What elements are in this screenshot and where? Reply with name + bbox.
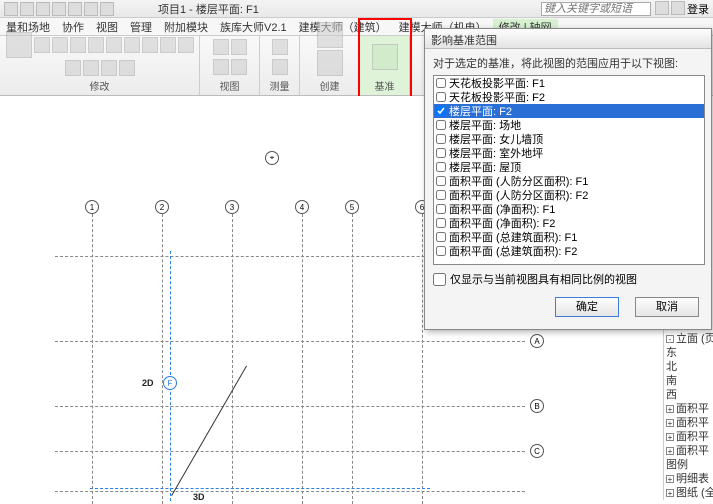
info-icon[interactable] — [655, 1, 669, 15]
checkbox[interactable] — [436, 176, 446, 186]
same-scale-checkbox[interactable]: 仅显示与当前视图具有相同比例的视图 — [433, 271, 703, 287]
panel-label: 视图 — [220, 76, 240, 93]
grid-line[interactable] — [55, 491, 525, 492]
checkbox[interactable] — [436, 92, 446, 102]
grid-bubble[interactable]: 2 — [155, 200, 169, 214]
panel-label: 创建 — [320, 76, 340, 93]
dialog-message: 对于选定的基准，将此视图的范围应用于以下视图: — [433, 55, 703, 71]
grid-bubble[interactable]: A — [530, 334, 544, 348]
tree-item[interactable]: +面积平 — [666, 402, 711, 416]
checkbox[interactable] — [436, 190, 446, 200]
checkbox[interactable] — [436, 218, 446, 228]
grid-line[interactable] — [352, 214, 353, 504]
list-item[interactable]: 天花板投影平面: F2 — [434, 90, 704, 104]
list-item[interactable]: 面积平面 (净面积): F2 — [434, 216, 704, 230]
anno-2d[interactable]: 2D — [142, 378, 154, 388]
grid-line[interactable] — [55, 451, 525, 452]
grid-bubble[interactable]: 3 — [225, 200, 239, 214]
grid-bubble[interactable]: C — [530, 444, 544, 458]
checkbox[interactable] — [436, 134, 446, 144]
checkbox[interactable] — [436, 246, 446, 256]
tree-item[interactable]: 图例 — [666, 458, 711, 472]
qat-icon[interactable] — [100, 2, 114, 16]
ok-button[interactable]: 确定 — [555, 297, 619, 317]
checkbox[interactable] — [436, 232, 446, 242]
panel-create: 创建 — [300, 36, 360, 95]
checkbox[interactable] — [436, 204, 446, 214]
list-item-selected[interactable]: 楼层平面: F2 — [434, 104, 704, 118]
list-item[interactable]: 面积平面 (总建筑面积): F2 — [434, 244, 704, 258]
tree-item[interactable]: 北 — [666, 360, 711, 374]
panel-measure: 测量 — [260, 36, 300, 95]
panel-datum[interactable]: 基准 — [360, 36, 410, 95]
qat-icon[interactable] — [84, 2, 98, 16]
grid-bubble[interactable]: 5 — [345, 200, 359, 214]
checkbox[interactable] — [436, 106, 446, 116]
panel-modify: 修改 — [0, 36, 200, 95]
search-input[interactable] — [541, 2, 651, 16]
tree-item[interactable]: +面积平 — [666, 430, 711, 444]
selected-grid[interactable] — [90, 488, 430, 489]
grid-line[interactable] — [92, 214, 93, 504]
qat-icon[interactable] — [68, 2, 82, 16]
grid-line[interactable] — [55, 341, 525, 342]
tree-item[interactable]: +图纸 (全 — [666, 486, 711, 500]
list-item[interactable]: 面积平面 (人防分区面积): F2 — [434, 188, 704, 202]
user-icon[interactable] — [671, 1, 685, 15]
tree-item[interactable]: 南 — [666, 374, 711, 388]
title-bar: 项目1 - 楼层平面: F1 登录 — [0, 0, 713, 18]
login-label[interactable]: 登录 — [687, 1, 709, 17]
panel-label: 修改 — [90, 76, 110, 93]
grid-handle[interactable]: F — [163, 376, 177, 390]
tree-item[interactable]: 西 — [666, 388, 711, 402]
qat — [0, 2, 118, 16]
checkbox[interactable] — [436, 148, 446, 158]
qat-icon[interactable] — [36, 2, 50, 16]
grid-line[interactable] — [232, 214, 233, 504]
anno-3d[interactable]: 3D — [193, 492, 205, 502]
list-item[interactable]: 楼层平面: 女儿墙顶 — [434, 132, 704, 146]
list-item[interactable]: 面积平面 (人防分区面积): F1 — [434, 174, 704, 188]
cancel-button[interactable]: 取消 — [635, 297, 699, 317]
panel-label: 测量 — [270, 76, 290, 93]
checkbox[interactable] — [433, 273, 446, 286]
checkbox[interactable] — [436, 78, 446, 88]
qat-icon[interactable] — [52, 2, 66, 16]
grid-bubble[interactable]: 4 — [295, 200, 309, 214]
affect-datum-dialog: 影响基准范围 对于选定的基准，将此视图的范围应用于以下视图: 天花板投影平面: … — [424, 28, 712, 330]
compass-icon[interactable]: ⌖ — [265, 151, 279, 165]
title-right: 登录 — [651, 1, 713, 17]
document-title: 项目1 - 楼层平面: F1 — [158, 1, 259, 17]
view-list[interactable]: 天花板投影平面: F1 天花板投影平面: F2 楼层平面: F2 楼层平面: 场… — [433, 75, 705, 265]
checkbox[interactable] — [436, 120, 446, 130]
qat-icon[interactable] — [4, 2, 18, 16]
tree-item[interactable]: 东 — [666, 346, 711, 360]
grid-line[interactable] — [55, 406, 525, 407]
list-item[interactable]: 天花板投影平面: F1 — [434, 76, 704, 90]
grid-line[interactable] — [422, 214, 423, 504]
grid-bubble[interactable]: B — [530, 399, 544, 413]
tree-item[interactable]: +面积平 — [666, 416, 711, 430]
list-item[interactable]: 楼层平面: 屋顶 — [434, 160, 704, 174]
qat-icon[interactable] — [20, 2, 34, 16]
tree-item[interactable]: -立面 (页 — [666, 332, 711, 346]
panel-view: 视图 — [200, 36, 260, 95]
grid-line[interactable] — [302, 214, 303, 504]
project-browser[interactable]: -立面 (页 东 北 南 西 +面积平 +面积平 +面积平 +面积平 图例 +明… — [663, 330, 713, 500]
panel-label: 基准 — [375, 76, 395, 93]
grid-line[interactable] — [162, 214, 163, 504]
checkbox[interactable] — [436, 162, 446, 172]
grid-bubble[interactable]: 1 — [85, 200, 99, 214]
list-item[interactable]: 楼层平面: 场地 — [434, 118, 704, 132]
tree-item[interactable]: +面积平 — [666, 444, 711, 458]
dialog-title: 影响基准范围 — [425, 29, 711, 49]
tab[interactable]: 族库大师V2.1 — [214, 19, 293, 35]
list-item[interactable]: 面积平面 (净面积): F1 — [434, 202, 704, 216]
diagonal-line — [171, 366, 247, 496]
tree-item[interactable]: +明细表 — [666, 472, 711, 486]
list-item[interactable]: 面积平面 (总建筑面积): F1 — [434, 230, 704, 244]
list-item[interactable]: 楼层平面: 室外地坪 — [434, 146, 704, 160]
